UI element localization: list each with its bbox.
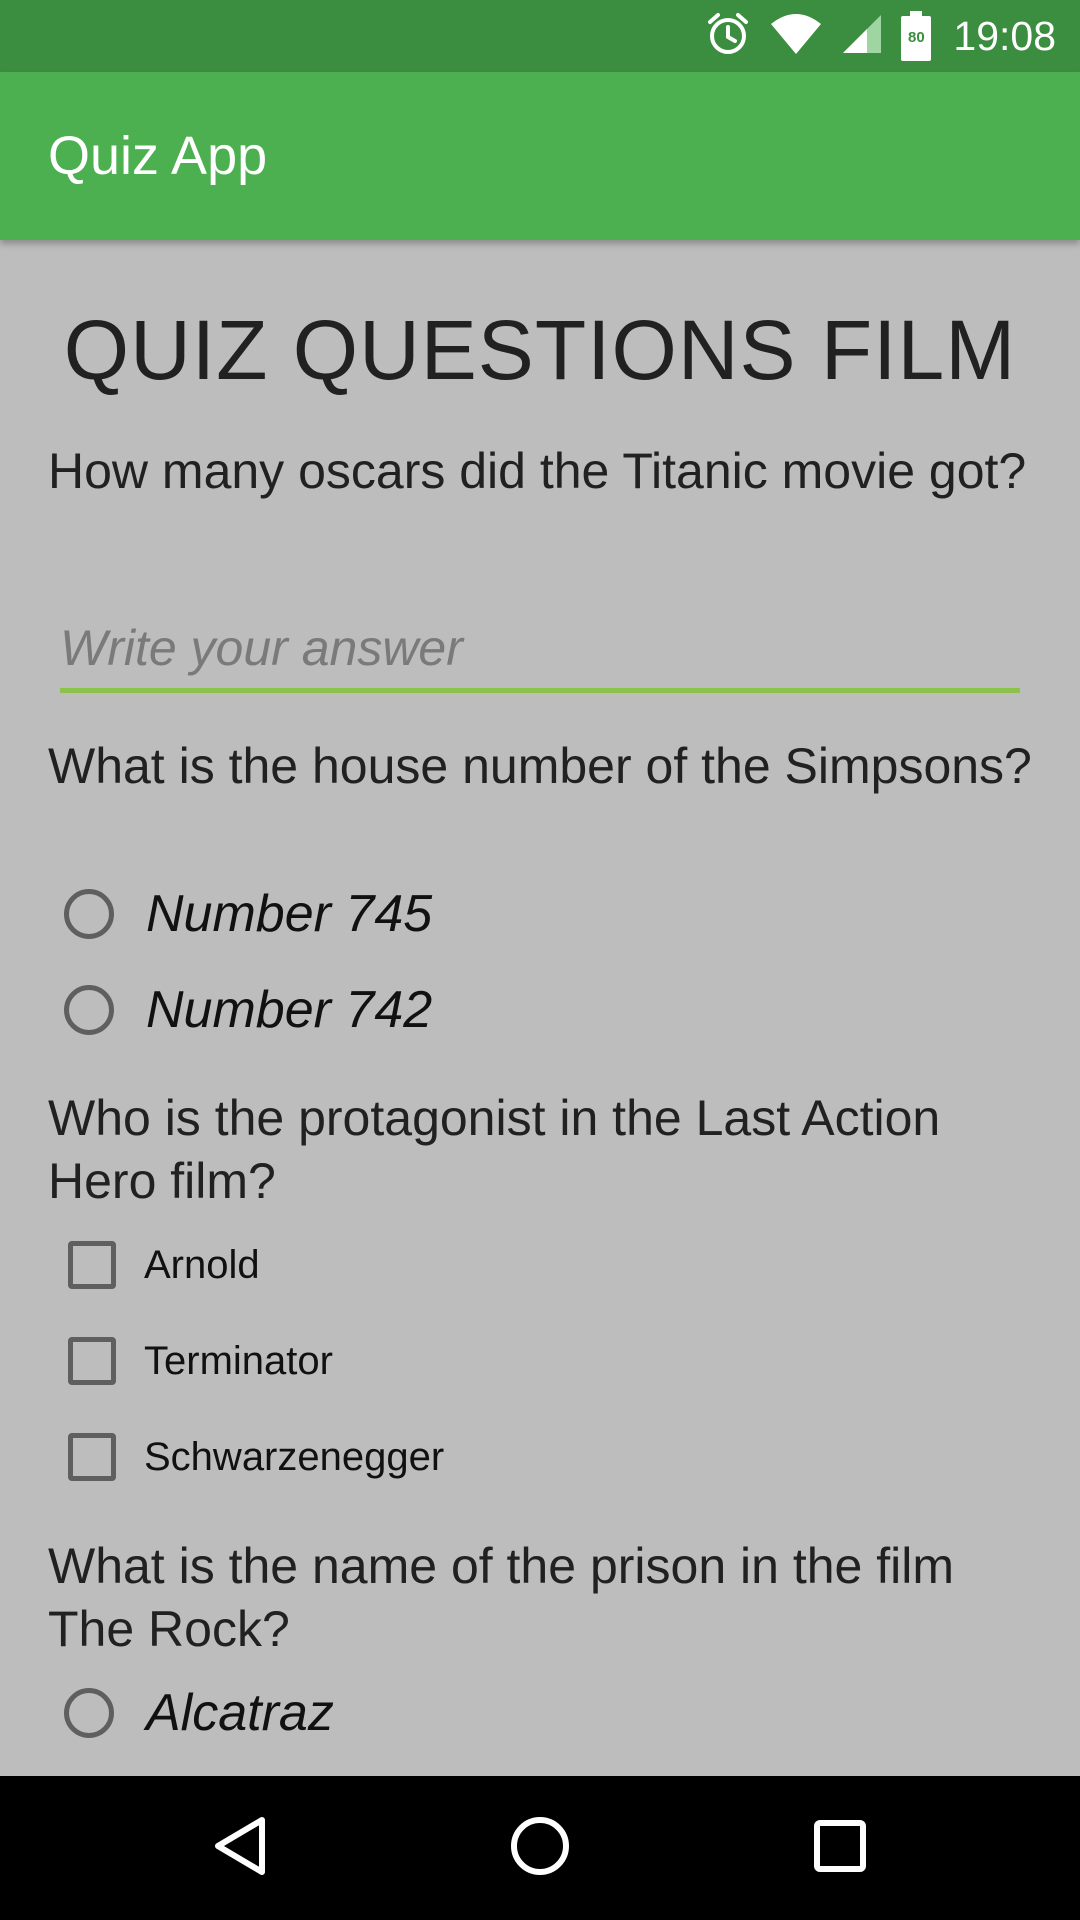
checkbox-option-arnold[interactable]: Arnold <box>64 1229 260 1301</box>
radio-button[interactable] <box>64 889 114 939</box>
checkbox-option-label: Schwarzenegger <box>144 1434 445 1479</box>
battery-level-text: 80 <box>908 29 925 46</box>
radio-option-alcatraz[interactable]: Alcatraz <box>64 1677 334 1749</box>
radio-button[interactable] <box>64 1688 114 1738</box>
radio-button[interactable] <box>64 985 114 1035</box>
question-1-text: How many oscars did the Titanic movie go… <box>48 443 1027 499</box>
page-title: QUIZ QUESTIONS FILM <box>63 303 1017 397</box>
battery-icon: 80 <box>901 11 932 61</box>
home-button[interactable] <box>460 1776 620 1920</box>
checkbox[interactable] <box>68 1241 116 1289</box>
signal-icon <box>841 13 883 60</box>
question-4-text: What is the name of the prison in the fi… <box>48 1538 954 1657</box>
status-icons: 80 19:08 <box>705 0 1056 72</box>
recents-button[interactable] <box>760 1776 920 1920</box>
radio-option-label: Number 742 <box>146 981 433 1039</box>
radio-option-label: Alcatraz <box>146 1684 334 1742</box>
home-icon <box>510 1816 570 1881</box>
radio-option-number-742[interactable]: Number 742 <box>64 974 432 1046</box>
navigation-bar <box>0 1776 1080 1920</box>
question-2-text: What is the house number of the Simpsons… <box>48 738 1032 794</box>
wifi-icon <box>769 12 823 61</box>
checkbox[interactable] <box>68 1337 116 1385</box>
status-bar: 80 19:08 <box>0 0 1080 72</box>
checkbox[interactable] <box>68 1433 116 1481</box>
radio-option-label: Number 745 <box>146 885 433 943</box>
quiz-content[interactable]: QUIZ QUESTIONS FILM How many oscars did … <box>0 240 1080 1776</box>
back-icon <box>212 1816 268 1881</box>
checkbox-option-terminator[interactable]: Terminator <box>64 1325 333 1397</box>
radio-option-number-745[interactable]: Number 745 <box>64 878 432 950</box>
app-title: Quiz App <box>48 126 268 186</box>
alarm-icon <box>705 11 751 62</box>
recents-icon <box>813 1819 867 1878</box>
checkbox-option-schwarzenegger[interactable]: Schwarzenegger <box>64 1421 444 1493</box>
back-button[interactable] <box>160 1776 320 1920</box>
checkbox-option-label: Arnold <box>144 1242 260 1287</box>
quiz-app-screen: 80 19:08 Quiz App QUIZ QUESTIONS FILM Ho… <box>0 0 1080 1920</box>
checkbox-option-label: Terminator <box>144 1338 333 1383</box>
status-time: 19:08 <box>953 12 1056 59</box>
answer-input[interactable] <box>60 608 1020 693</box>
app-bar: Quiz App <box>0 72 1080 240</box>
question-3-text: Who is the protagonist in the Last Actio… <box>48 1090 941 1209</box>
